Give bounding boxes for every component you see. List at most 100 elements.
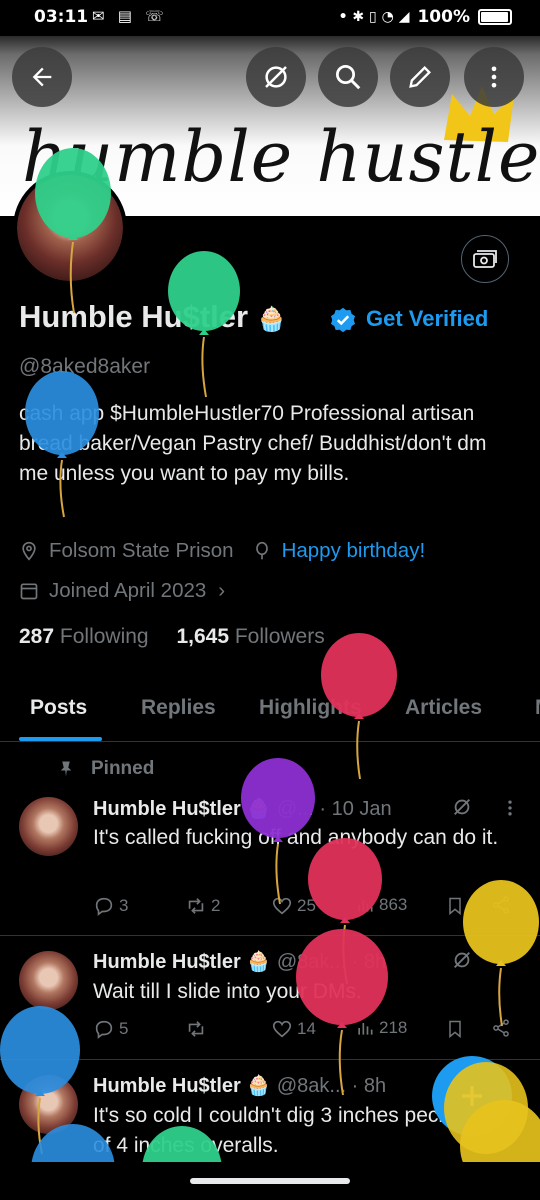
notification-icons: ✉ ▤ ☏ <box>92 7 168 25</box>
share-button[interactable] <box>491 895 511 915</box>
pinned-label: Pinned <box>91 758 155 779</box>
plus-icon <box>462 1086 482 1106</box>
cupcake-emoji: 🧁 <box>246 951 272 973</box>
follow-stats: 287 Following 1,645 Followers <box>19 625 325 649</box>
back-button[interactable] <box>12 47 72 107</box>
chevron-right-icon: › <box>218 579 226 602</box>
repost-icon <box>188 898 204 914</box>
more-options-button[interactable] <box>464 47 524 107</box>
profile-name: Humble Hu$tler 🧁 <box>19 299 287 335</box>
bookmark-button[interactable] <box>445 1018 465 1040</box>
reply-icon <box>95 1020 113 1039</box>
status-right: • ✱ ▯ ◔ ◢ 100% <box>339 7 512 27</box>
cupcake-emoji: 🧁 <box>246 1075 272 1097</box>
cupcake-emoji: 🧁 <box>256 306 287 333</box>
pin-icon <box>60 761 72 777</box>
compose-button[interactable] <box>432 1056 512 1136</box>
gesture-handle[interactable] <box>190 1178 350 1184</box>
post-avatar[interactable] <box>19 797 78 856</box>
tab-posts[interactable]: Posts <box>30 696 87 720</box>
get-verified-link[interactable]: Get Verified <box>366 306 488 332</box>
like-button[interactable]: 14 <box>271 1018 316 1040</box>
repost-button[interactable]: 2 <box>185 895 220 917</box>
avatar-image <box>17 175 123 281</box>
post-text: Wait till I slide into your DMs. <box>93 980 362 1003</box>
following-link[interactable]: 287 Following <box>19 625 149 648</box>
more-vertical-icon <box>491 66 497 88</box>
grok-icon[interactable] <box>451 949 473 971</box>
post-author-name[interactable]: Humble Hu$tler <box>93 798 241 820</box>
profile-tabs: Posts Replies Highlights Articles M <box>0 690 540 742</box>
profile-meta-row: Folsom State Prison Happy birthday! <box>19 539 425 563</box>
status-bar: 03:11 ✉ ▤ ☏ • ✱ ▯ ◔ ◢ 100% <box>0 0 540 36</box>
cupcake-emoji: 🧁 <box>246 798 272 820</box>
repost-icon <box>188 1021 204 1037</box>
verified-badge-icon[interactable] <box>329 306 357 334</box>
active-tab-indicator <box>19 737 102 741</box>
location-icon <box>22 541 36 561</box>
profile-bio: cash app $HumbleHustler70 Professional a… <box>19 402 487 485</box>
share-icon <box>493 896 509 914</box>
followers-count: 1,645 <box>176 625 230 648</box>
bookmark-icon <box>449 1020 461 1039</box>
search-button[interactable] <box>318 47 378 107</box>
profile-avatar[interactable] <box>13 171 127 285</box>
reply-button[interactable]: 5 <box>93 1018 128 1040</box>
post-more-icon[interactable] <box>500 797 520 819</box>
tab-replies[interactable]: Replies <box>141 696 216 720</box>
status-time: 03:11 <box>34 7 89 27</box>
followers-label: Followers <box>234 625 325 648</box>
profile-handle: @8aked8aker <box>19 355 151 378</box>
heart-icon <box>272 1020 292 1038</box>
money-icon <box>473 250 497 268</box>
grok-button[interactable] <box>246 47 306 107</box>
system-icons: • ✱ ▯ ◔ ◢ <box>338 9 410 25</box>
birthday-link[interactable]: Happy birthday! <box>282 539 426 563</box>
profile-location: Folsom State Prison <box>49 539 234 562</box>
post-header: Humble Hu$tler 🧁 @8ak... · 8h <box>93 949 386 974</box>
views-icon <box>358 1023 373 1035</box>
profile-name-text: Humble Hu$tler <box>19 299 249 334</box>
post-divider <box>0 935 540 936</box>
calendar-icon <box>20 583 38 600</box>
post-time: · 8h <box>351 1075 387 1097</box>
post-avatar[interactable] <box>19 1075 78 1134</box>
search-icon <box>336 65 361 90</box>
tab-articles[interactable]: Articles <box>405 696 482 720</box>
grok-icon[interactable] <box>451 796 473 818</box>
tab-media[interactable]: M <box>535 696 540 720</box>
post-time: · 10 Jan <box>319 798 392 820</box>
bookmark-icon <box>449 897 461 916</box>
bookmark-button[interactable] <box>445 895 465 917</box>
pinned-indicator: Pinned <box>57 758 154 780</box>
like-button[interactable]: 25 <box>271 895 316 917</box>
repost-count: 2 <box>211 896 221 915</box>
followers-link[interactable]: 1,645 Followers <box>176 625 324 648</box>
heart-icon <box>272 897 292 915</box>
tab-highlights[interactable]: Highlights <box>259 696 362 720</box>
views-button[interactable]: 218 <box>355 1018 407 1038</box>
like-count: 14 <box>297 1019 316 1038</box>
views-button[interactable]: 863 <box>355 895 407 915</box>
post-author-name[interactable]: Humble Hu$tler <box>93 1075 241 1097</box>
grok-icon <box>265 66 287 88</box>
battery-percent: 100% <box>417 7 470 27</box>
reply-count: 3 <box>119 896 129 915</box>
post-avatar[interactable] <box>19 951 78 1010</box>
post-author-name[interactable]: Humble Hu$tler <box>93 951 241 973</box>
battery-icon <box>478 9 512 25</box>
view-count: 863 <box>379 895 408 914</box>
following-label: Following <box>59 625 149 648</box>
post-time: · 8h <box>351 951 387 973</box>
post-actions: 3 2 25 863 <box>93 895 523 925</box>
balloon-icon <box>255 541 268 560</box>
repost-button[interactable] <box>185 1018 207 1040</box>
tip-button[interactable] <box>461 235 509 283</box>
post-handle: @8ak... <box>276 1075 347 1097</box>
view-count: 218 <box>379 1018 408 1037</box>
post-actions: 5 14 218 <box>93 1018 523 1048</box>
edit-button[interactable] <box>390 47 450 107</box>
joined-row[interactable]: Joined April 2023 › <box>19 579 225 603</box>
share-button[interactable] <box>491 1018 511 1038</box>
reply-button[interactable]: 3 <box>93 895 128 917</box>
